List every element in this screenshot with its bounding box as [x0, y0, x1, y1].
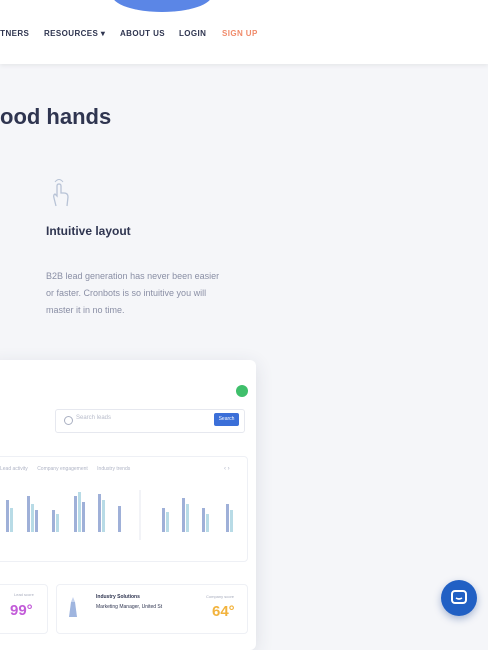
building-icon [69, 597, 77, 617]
chart-tab-company-engagement[interactable]: Company engagement [37, 466, 88, 472]
chat-launcher-button[interactable] [441, 580, 477, 616]
chart-tab-lead-activity[interactable]: Lead activity [0, 466, 28, 472]
feature-description: B2B lead generation has never been easie… [46, 271, 220, 315]
search-button[interactable]: Search [214, 413, 239, 426]
company-score-value: 64° [212, 603, 235, 620]
chart-tabs: Lead activity Company engagement Industr… [0, 466, 138, 472]
feature-title: Intuitive layout [46, 224, 131, 238]
nav-item-login[interactable]: LOGIN [179, 29, 206, 38]
search-icon [64, 416, 73, 425]
logo-blob [112, 0, 212, 12]
chart-tab-industry-trends[interactable]: Industry trends [97, 466, 130, 472]
nav-item-partners[interactable]: RTNERS [0, 29, 29, 38]
status-dot [236, 385, 248, 397]
chat-bubble-icon [451, 590, 467, 604]
company-meta: Marketing Manager, United St [96, 604, 163, 610]
nav-item-sign-up[interactable]: SIGN UP [222, 29, 258, 38]
section-headline: ood hands [0, 104, 112, 129]
nav-item-about-us[interactable]: ABOUT US [120, 29, 165, 38]
lead-score-value: 99° [10, 602, 33, 619]
lead-score-label: Lead score [14, 592, 34, 597]
nav-item-resources[interactable]: RESOURCES ▾ [44, 29, 105, 38]
search-placeholder: Search leads [76, 415, 112, 421]
company-score-label: Company score [206, 594, 235, 599]
company-name: Industry Solutions [96, 594, 140, 600]
hand-tap-icon [53, 179, 69, 207]
chart-controls[interactable]: ‹ › [224, 466, 230, 472]
